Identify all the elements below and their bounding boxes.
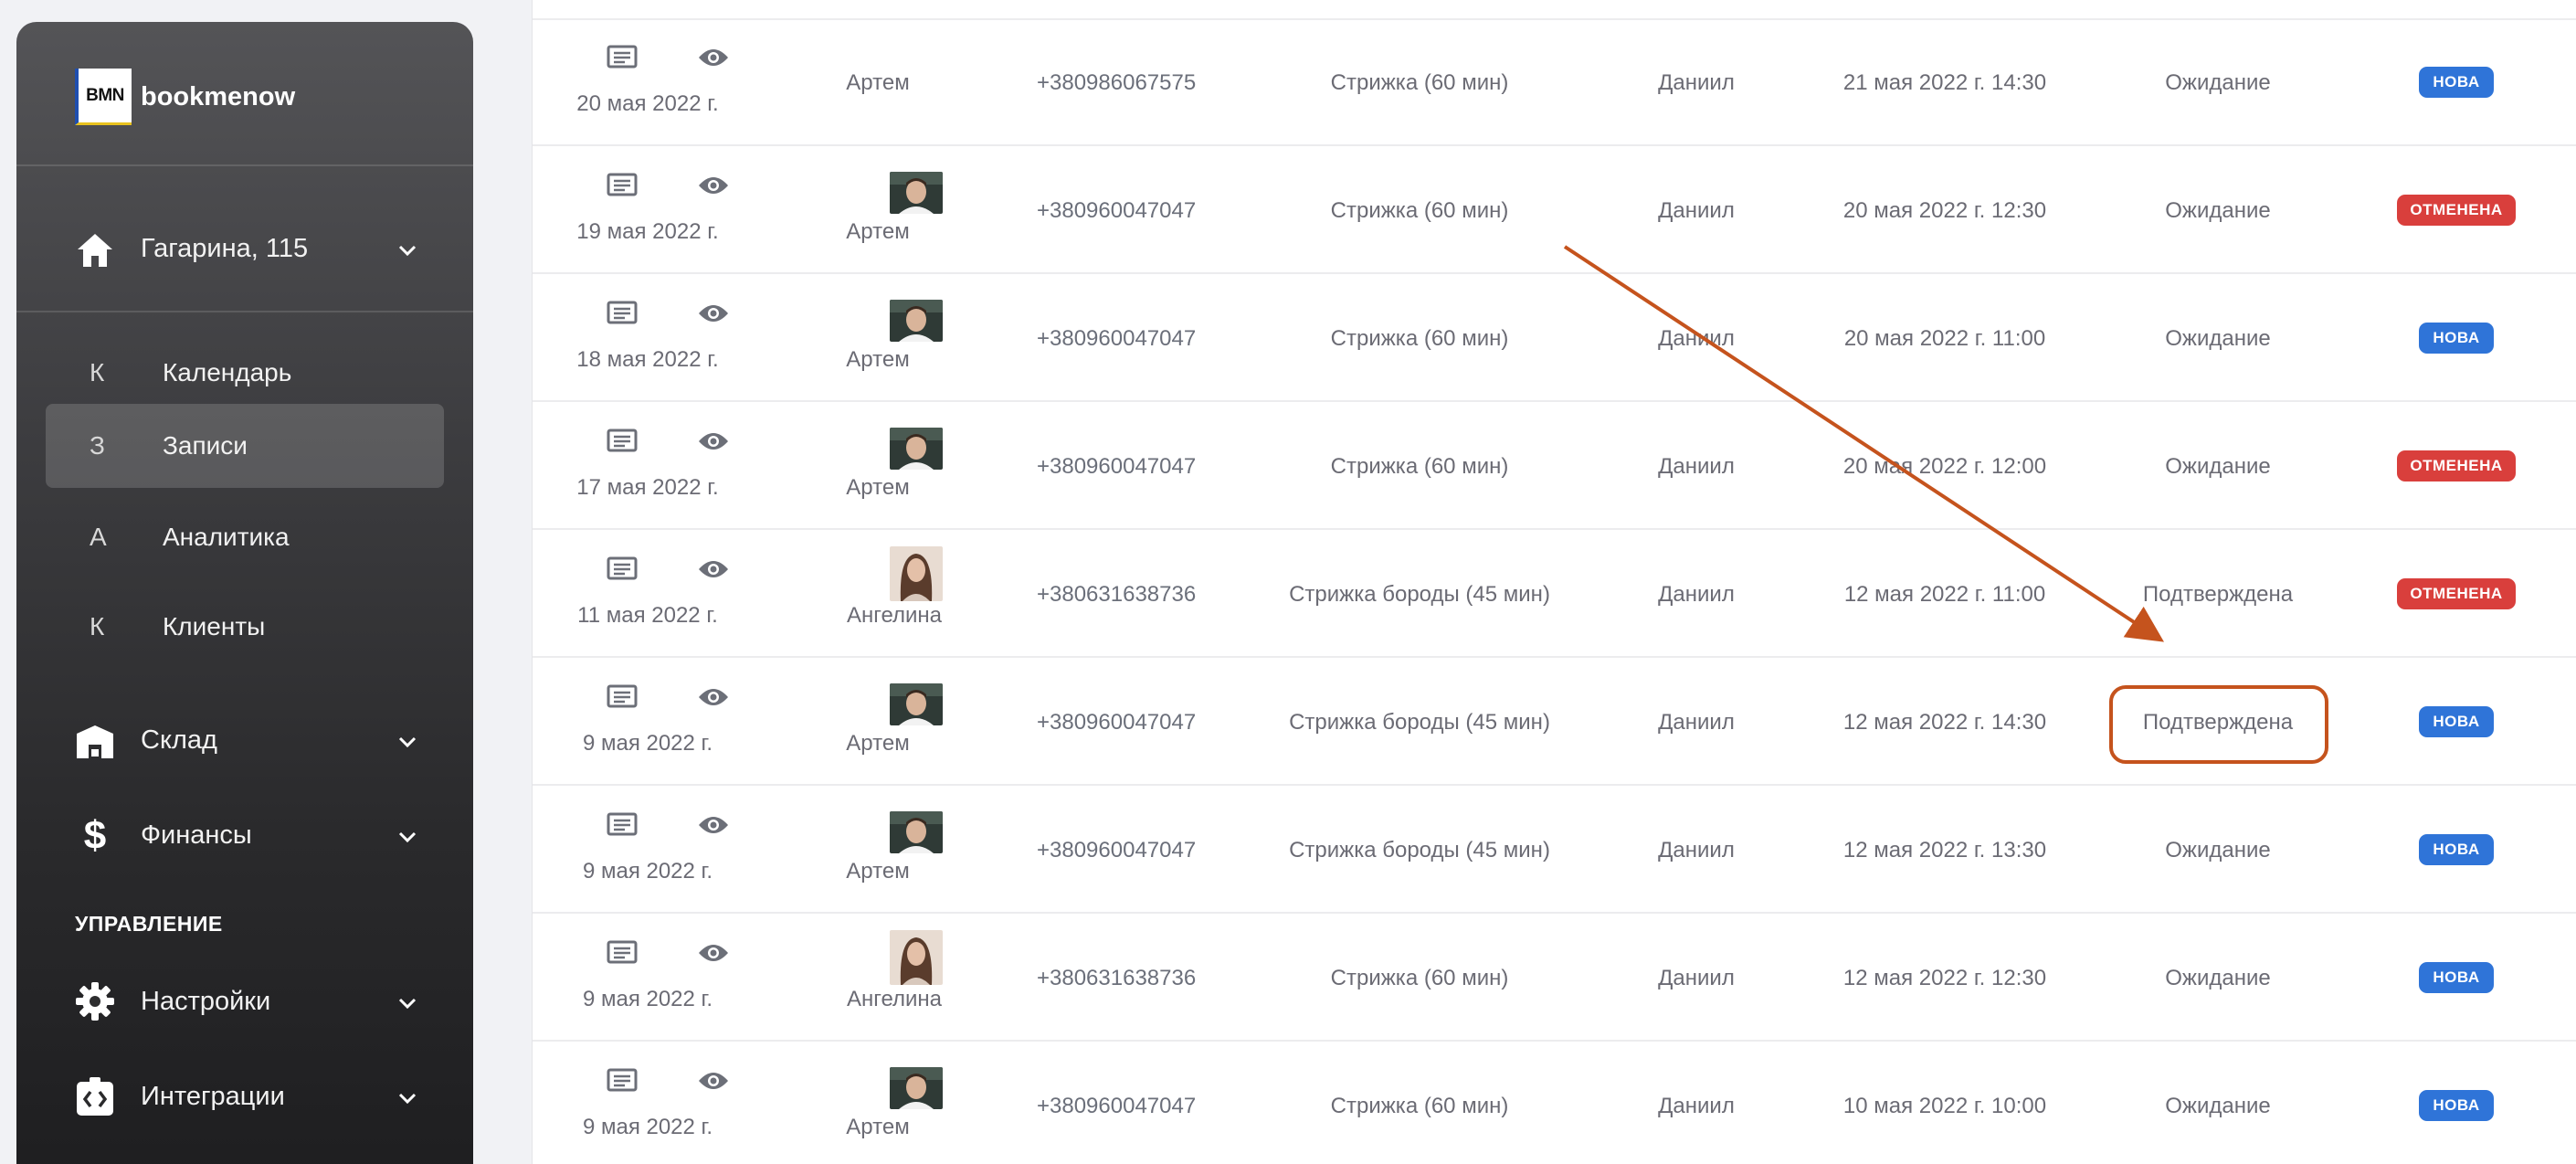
sidebar-item-clients[interactable]: К Клиенты xyxy=(16,585,473,669)
home-icon xyxy=(75,230,115,270)
sidebar-item-letter: К xyxy=(90,358,105,386)
svg-text:$: $ xyxy=(84,814,106,856)
sidebar-item-label: Записи xyxy=(163,431,248,460)
sidebar-item-label: Аналитика xyxy=(163,523,290,551)
chevron-down-icon xyxy=(395,990,420,1016)
location-label: Гагарина, 115 xyxy=(141,234,309,263)
location-selector[interactable]: Гагарина, 115 xyxy=(16,208,473,292)
brand-logo: BMN xyxy=(75,69,132,125)
sidebar-item-integrations[interactable]: Интеграции xyxy=(16,1054,473,1142)
sidebar-item-label: Календарь xyxy=(163,358,292,386)
sidebar: BMN bookmenow Гагарина, 115 К Календарь … xyxy=(16,22,473,1164)
sidebar-item-analytics[interactable]: А Аналитика xyxy=(16,495,473,579)
sidebar-item-warehouse[interactable]: Склад xyxy=(16,698,473,786)
brand[interactable]: BMN bookmenow xyxy=(75,68,295,126)
section-title: УПРАВЛЕНИЕ xyxy=(75,912,223,936)
sidebar-divider xyxy=(16,164,473,166)
integration-icon xyxy=(75,1076,115,1116)
annotation-arrow xyxy=(1563,245,2165,642)
sidebar-divider xyxy=(16,311,473,312)
app-window: BMN bookmenow Гагарина, 115 К Календарь … xyxy=(0,0,2576,1164)
brand-name: bookmenow xyxy=(141,81,296,111)
sidebar-item-label: Настройки xyxy=(141,987,271,1016)
chevron-down-icon xyxy=(395,238,420,263)
chevron-down-icon xyxy=(395,1085,420,1111)
sidebar-item-label: Финансы xyxy=(141,820,252,850)
sidebar-item-bookings[interactable]: З Записи xyxy=(16,404,473,488)
sidebar-item-settings[interactable]: Настройки xyxy=(16,959,473,1047)
gear-icon xyxy=(75,981,115,1021)
chevron-down-icon xyxy=(395,729,420,755)
chevron-down-icon xyxy=(395,824,420,850)
warehouse-icon xyxy=(75,722,115,762)
sidebar-item-calendar[interactable]: К Календарь xyxy=(16,331,473,415)
sidebar-item-finance[interactable]: $ Финансы xyxy=(16,793,473,881)
sidebar-item-letter: К xyxy=(90,612,105,640)
sidebar-item-label: Интеграции xyxy=(141,1082,285,1111)
bookings-table: 20 мая 2022 г. Артем +380986067575 Стрижка … xyxy=(532,0,2576,1164)
sidebar-item-letter: З xyxy=(90,431,105,460)
sidebar-item-letter: А xyxy=(90,523,107,551)
dollar-icon: $ xyxy=(75,814,115,856)
sidebar-item-label: Клиенты xyxy=(163,612,266,640)
sidebar-item-label: Склад xyxy=(141,725,217,755)
